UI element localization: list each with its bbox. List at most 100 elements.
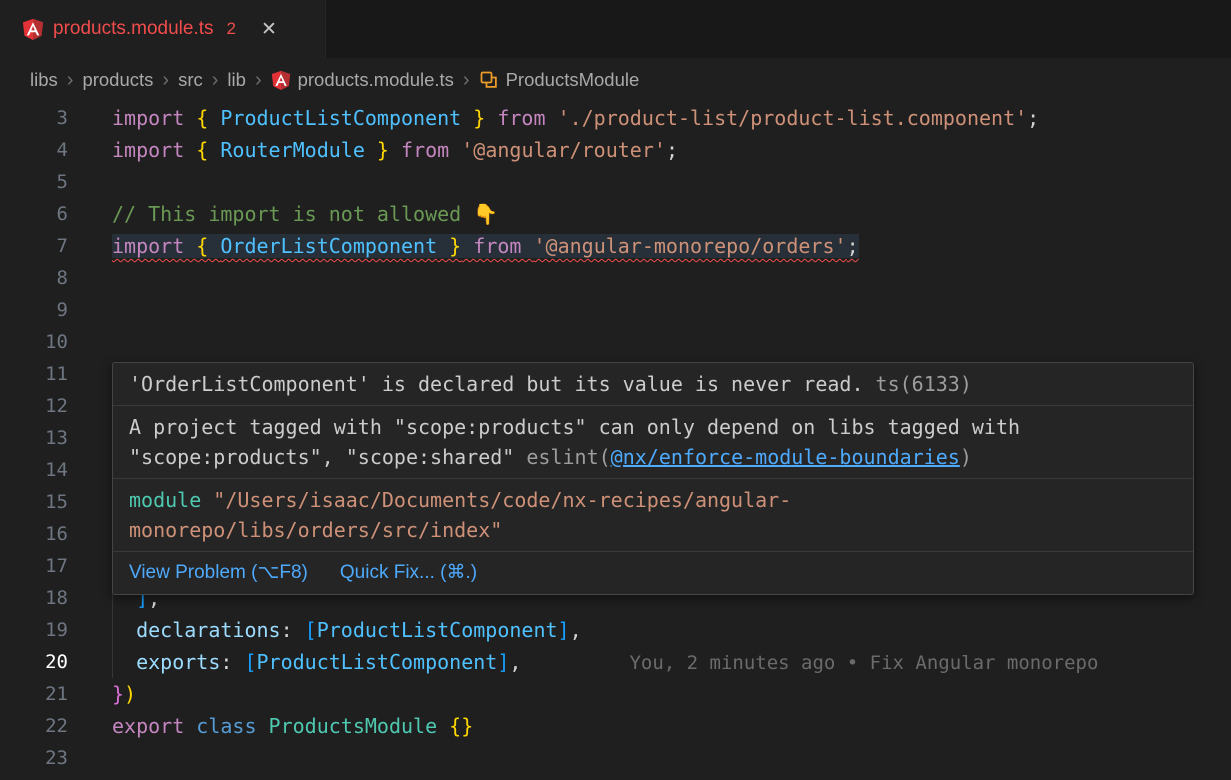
code-line-8[interactable]: 8 — [0, 262, 1231, 294]
line-number[interactable]: 10 — [0, 326, 68, 358]
token: { — [196, 138, 220, 162]
tab-title: products.module.ts — [53, 18, 214, 40]
code-line-9[interactable]: 9 — [0, 294, 1231, 326]
token: ; — [666, 138, 678, 162]
token: } — [461, 106, 485, 130]
line-content: }) — [112, 678, 136, 710]
code-line-7[interactable]: 7 import { OrderListComponent } from '@an… — [0, 230, 1231, 262]
line-number[interactable]: 4 — [0, 134, 68, 166]
token: from — [485, 106, 557, 130]
hover-message: A project tagged with "scope:products" c… — [129, 412, 1129, 472]
breadcrumb: libs›products›src›lib›products.module.ts… — [0, 58, 1231, 102]
token: [ — [305, 618, 317, 642]
token: , — [570, 618, 582, 642]
hover-text: ts(6133) — [864, 372, 972, 396]
breadcrumb-item-products-module-ts[interactable]: products.module.ts — [271, 69, 454, 91]
line-number[interactable]: 9 — [0, 294, 68, 326]
quick-fix-action[interactable]: Quick Fix... (⌘.) — [340, 560, 477, 585]
breadcrumb-label: lib — [227, 69, 246, 91]
tab-bar: products.module.ts 2 ✕ — [0, 0, 1231, 58]
breadcrumb-label: libs — [30, 69, 58, 91]
line-number[interactable]: 5 — [0, 166, 68, 198]
hover-section-eslint-diagnostic: A project tagged with "scope:products" c… — [113, 406, 1193, 479]
token: } — [365, 138, 389, 162]
token: ] — [558, 618, 570, 642]
angular-icon — [271, 70, 291, 90]
error-squiggle-range: import { OrderListComponent } from '@ang… — [112, 234, 859, 258]
code-line-20[interactable]: 20 exports: [ProductListComponent],You, … — [0, 646, 1231, 678]
token: import — [112, 106, 196, 130]
code-line-19[interactable]: 19 declarations: [ProductListComponent], — [0, 614, 1231, 646]
hover-sections: 'OrderListComponent' is declared but its… — [113, 363, 1193, 552]
token: from — [461, 234, 533, 258]
line-number[interactable]: 8 — [0, 262, 68, 294]
line-number[interactable]: 13 — [0, 422, 68, 454]
line-number[interactable]: 20 — [0, 646, 68, 678]
breadcrumb-item-productsmodule[interactable]: ProductsModule — [479, 69, 640, 91]
hover-text: "/Users/isaac/Documents/code/nx-recipes/… — [129, 488, 791, 542]
token: , — [509, 650, 521, 674]
token: } — [437, 234, 461, 258]
hover-text — [201, 488, 213, 512]
line-number[interactable]: 16 — [0, 518, 68, 550]
eslint-rule-link[interactable]: @nx/enforce-module-boundaries — [611, 445, 960, 469]
chevron-right-icon: › — [153, 69, 178, 92]
line-number[interactable]: 12 — [0, 390, 68, 422]
token: 👇 — [473, 202, 498, 226]
angular-icon — [22, 18, 44, 40]
line-number[interactable]: 22 — [0, 710, 68, 742]
view-problem-action[interactable]: View Problem (⌥F8) — [129, 560, 308, 585]
line-number[interactable]: 7 — [0, 230, 68, 262]
line-number[interactable]: 17 — [0, 550, 68, 582]
line-content: export class ProductsModule {} — [112, 710, 473, 742]
close-icon[interactable]: ✕ — [261, 18, 277, 41]
tab-products-module-ts[interactable]: products.module.ts 2 ✕ — [0, 0, 326, 58]
line-number[interactable]: 3 — [0, 102, 68, 134]
class-icon — [479, 70, 499, 90]
breadcrumb-label: src — [178, 69, 203, 91]
token: ProductListComponent — [317, 618, 558, 642]
line-number[interactable]: 15 — [0, 486, 68, 518]
line-number[interactable]: 14 — [0, 454, 68, 486]
line-number[interactable]: 11 — [0, 358, 68, 390]
chevron-right-icon: › — [58, 69, 83, 92]
line-content: declarations: [ProductListComponent], — [112, 614, 582, 646]
breadcrumb-label: products — [82, 69, 153, 91]
code-line-6[interactable]: 6 // This import is not allowed 👇 — [0, 198, 1231, 230]
code-line-22[interactable]: 22 export class ProductsModule {} — [0, 710, 1231, 742]
hover-text: 'OrderListComponent' is declared but its… — [129, 372, 864, 396]
code-line-3[interactable]: 3 import { ProductListComponent } from '.… — [0, 102, 1231, 134]
token: ) — [124, 682, 136, 706]
code-line-10[interactable]: 10 — [0, 326, 1231, 358]
token: export — [112, 714, 196, 738]
indent-guide — [112, 614, 136, 646]
line-number[interactable]: 23 — [0, 742, 68, 774]
token: './product-list/product-list.component' — [558, 106, 1028, 130]
line-number[interactable]: 18 — [0, 582, 68, 614]
token: ] — [497, 650, 509, 674]
hover-popup: 'OrderListComponent' is declared but its… — [112, 362, 1194, 595]
hover-text: module — [129, 488, 201, 512]
vscode-window: products.module.ts 2 ✕ libs›products›src… — [0, 0, 1231, 780]
line-number[interactable]: 6 — [0, 198, 68, 230]
token: '@angular-monorepo/orders' — [533, 234, 846, 258]
hover-text: eslint( — [526, 445, 610, 469]
breadcrumb-item-products[interactable]: products — [82, 69, 153, 91]
editor: 3 import { ProductListComponent } from '.… — [0, 102, 1231, 774]
indent-guide — [112, 646, 136, 678]
breadcrumb-item-lib[interactable]: lib — [227, 69, 246, 91]
code-line-23[interactable]: 23 — [0, 742, 1231, 774]
tab-problems-badge: 2 — [227, 19, 236, 39]
line-content: import { ProductListComponent } from './… — [112, 102, 1039, 134]
line-number[interactable]: 21 — [0, 678, 68, 710]
code-line-5[interactable]: 5 — [0, 166, 1231, 198]
breadcrumb-item-src[interactable]: src — [178, 69, 203, 91]
breadcrumb-item-libs[interactable]: libs — [30, 69, 58, 91]
code-line-21[interactable]: 21}) — [0, 678, 1231, 710]
token: import — [112, 138, 196, 162]
code-line-4[interactable]: 4import { RouterModule } from '@angular/… — [0, 134, 1231, 166]
breadcrumb-label: products.module.ts — [298, 69, 454, 91]
line-number[interactable]: 19 — [0, 614, 68, 646]
token: // This import is not allowed — [112, 202, 473, 226]
token: ProductsModule — [269, 714, 450, 738]
